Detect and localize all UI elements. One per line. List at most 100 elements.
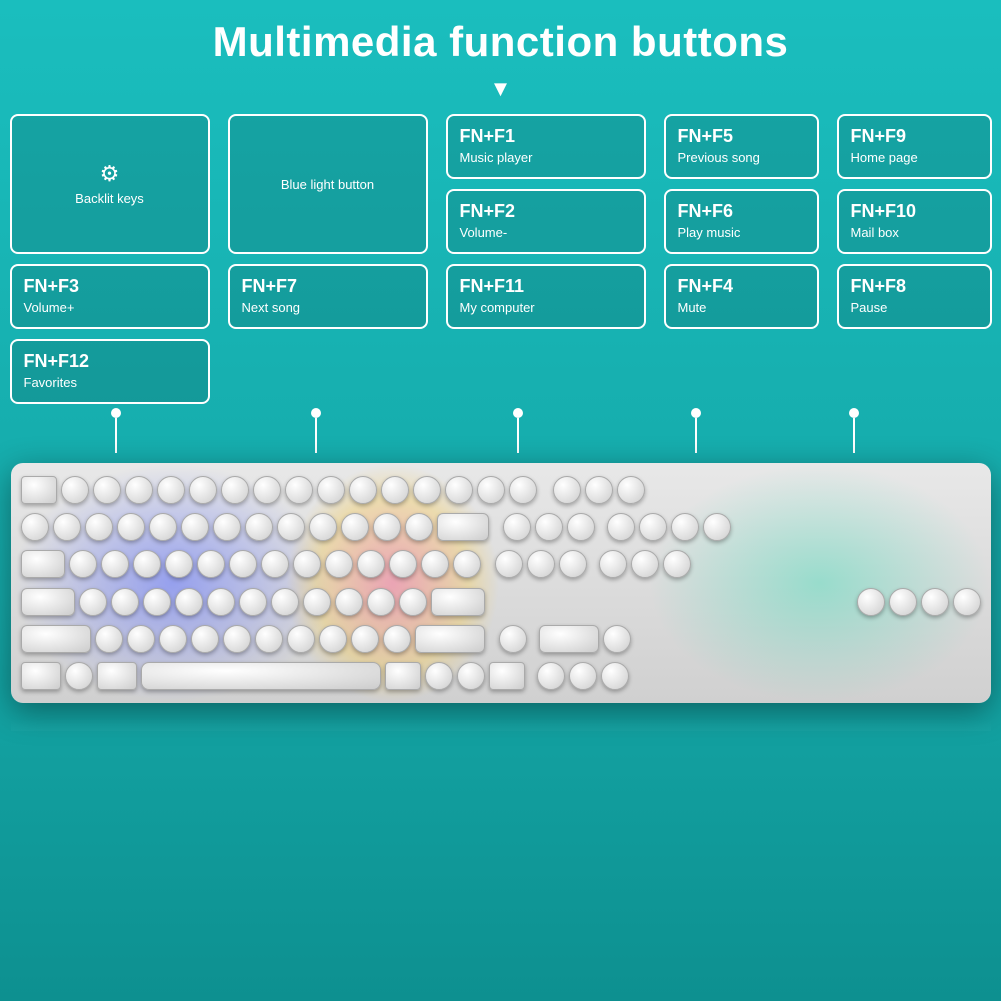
key-num6 xyxy=(663,550,691,578)
key-3 xyxy=(117,513,145,541)
key-s xyxy=(111,588,139,616)
zxcv-row xyxy=(21,625,981,653)
key-i xyxy=(293,550,321,578)
key-f2 xyxy=(93,476,121,504)
fn-f7-desc: Next song xyxy=(242,300,301,317)
key-w xyxy=(101,550,129,578)
key-q xyxy=(69,550,97,578)
key-l xyxy=(335,588,363,616)
key-minus xyxy=(373,513,401,541)
key-f8 xyxy=(285,476,313,504)
fn-f9-desc: Home page xyxy=(851,150,918,167)
key-equals xyxy=(405,513,433,541)
key-numplus xyxy=(703,513,731,541)
key-tilde xyxy=(21,513,49,541)
key-f9 xyxy=(317,476,345,504)
key-5 xyxy=(181,513,209,541)
fn-f8-desc: Pause xyxy=(851,300,888,317)
fn-f4-key: FN+F4 xyxy=(678,276,734,298)
key-m xyxy=(287,625,315,653)
bottom-row xyxy=(21,662,981,690)
key-num2 xyxy=(889,588,917,616)
key-num3 xyxy=(921,588,949,616)
key-led2 xyxy=(585,476,613,504)
key-backslash xyxy=(453,550,481,578)
fn-row xyxy=(21,476,981,504)
key-c xyxy=(159,625,187,653)
key-f10 xyxy=(349,476,377,504)
key-backspace xyxy=(437,513,489,541)
key-u xyxy=(261,550,289,578)
key-z xyxy=(95,625,123,653)
fn-f10-key: FN+F10 xyxy=(851,201,917,223)
key-f6 xyxy=(221,476,249,504)
fn-f5-key: FN+F5 xyxy=(678,126,734,148)
fn-f5-card: FN+F5 Previous song xyxy=(664,114,819,179)
key-0 xyxy=(341,513,369,541)
fn-f8-card: FN+F8 Pause xyxy=(837,264,992,329)
keys-layer xyxy=(11,463,991,703)
fn-f9-key: FN+F9 xyxy=(851,126,907,148)
key-shift-r xyxy=(415,625,485,653)
key-home xyxy=(535,513,563,541)
key-n xyxy=(255,625,283,653)
key-d xyxy=(143,588,171,616)
key-b xyxy=(223,625,251,653)
key-menu xyxy=(457,662,485,690)
key-win xyxy=(65,662,93,690)
key-8 xyxy=(277,513,305,541)
fn-f1-card: FN+F1 Music player xyxy=(446,114,646,179)
connector-dot-f12 xyxy=(513,408,523,418)
key-rbrace xyxy=(421,550,449,578)
key-p xyxy=(357,550,385,578)
key-x xyxy=(127,625,155,653)
connector-dot-f8 xyxy=(311,408,321,418)
blue-light-desc: Blue light button xyxy=(281,177,374,194)
key-space xyxy=(141,662,381,690)
key-r xyxy=(165,550,193,578)
key-num4 xyxy=(599,550,627,578)
key-pgdn xyxy=(559,550,587,578)
fn-f2-card: FN+F2 Volume- xyxy=(446,189,646,254)
keyboard-image xyxy=(11,463,991,763)
connector-dot-f4 xyxy=(111,408,121,418)
key-pgup xyxy=(567,513,595,541)
fn-f5-desc: Previous song xyxy=(678,150,760,167)
key-ins xyxy=(503,513,531,541)
arrow-indicator: ▼ xyxy=(490,76,512,102)
fn-f2-key: FN+F2 xyxy=(460,201,516,223)
fn-f11-key: FN+F11 xyxy=(460,276,525,298)
backlit-desc: Backlit keys xyxy=(75,191,144,208)
fn-f3-key: FN+F3 xyxy=(24,276,80,298)
asdf-row xyxy=(21,588,981,616)
key-enter xyxy=(431,588,485,616)
fn-f10-card: FN+F10 Mail box xyxy=(837,189,992,254)
num-row xyxy=(21,513,981,541)
fn-f1-key: FN+F1 xyxy=(460,126,516,148)
fn-f10-desc: Mail box xyxy=(851,225,899,242)
fn-f1-desc: Music player xyxy=(460,150,533,167)
key-num0 xyxy=(539,625,599,653)
key-6 xyxy=(213,513,241,541)
key-f12 xyxy=(413,476,441,504)
fn-f12-key: FN+F12 xyxy=(24,351,90,373)
fn-f11-card: FN+F11 My computer xyxy=(446,264,646,329)
key-num7 xyxy=(607,513,635,541)
key-num1 xyxy=(857,588,885,616)
key-nument xyxy=(953,588,981,616)
key-f3 xyxy=(125,476,153,504)
key-numdot xyxy=(603,625,631,653)
key-9 xyxy=(309,513,337,541)
fn-f4-card: FN+F4 Mute xyxy=(664,264,819,329)
key-2 xyxy=(85,513,113,541)
key-7 xyxy=(245,513,273,541)
key-4 xyxy=(149,513,177,541)
backlit-card: ⚙ Backlit keys xyxy=(10,114,210,254)
key-end xyxy=(527,550,555,578)
fn-f12-card: FN+F12 Favorites xyxy=(10,339,210,404)
key-g xyxy=(207,588,235,616)
key-alt-l xyxy=(97,662,137,690)
key-o xyxy=(325,550,353,578)
fn-f4-desc: Mute xyxy=(678,300,707,317)
key-ctrl-r xyxy=(489,662,525,690)
